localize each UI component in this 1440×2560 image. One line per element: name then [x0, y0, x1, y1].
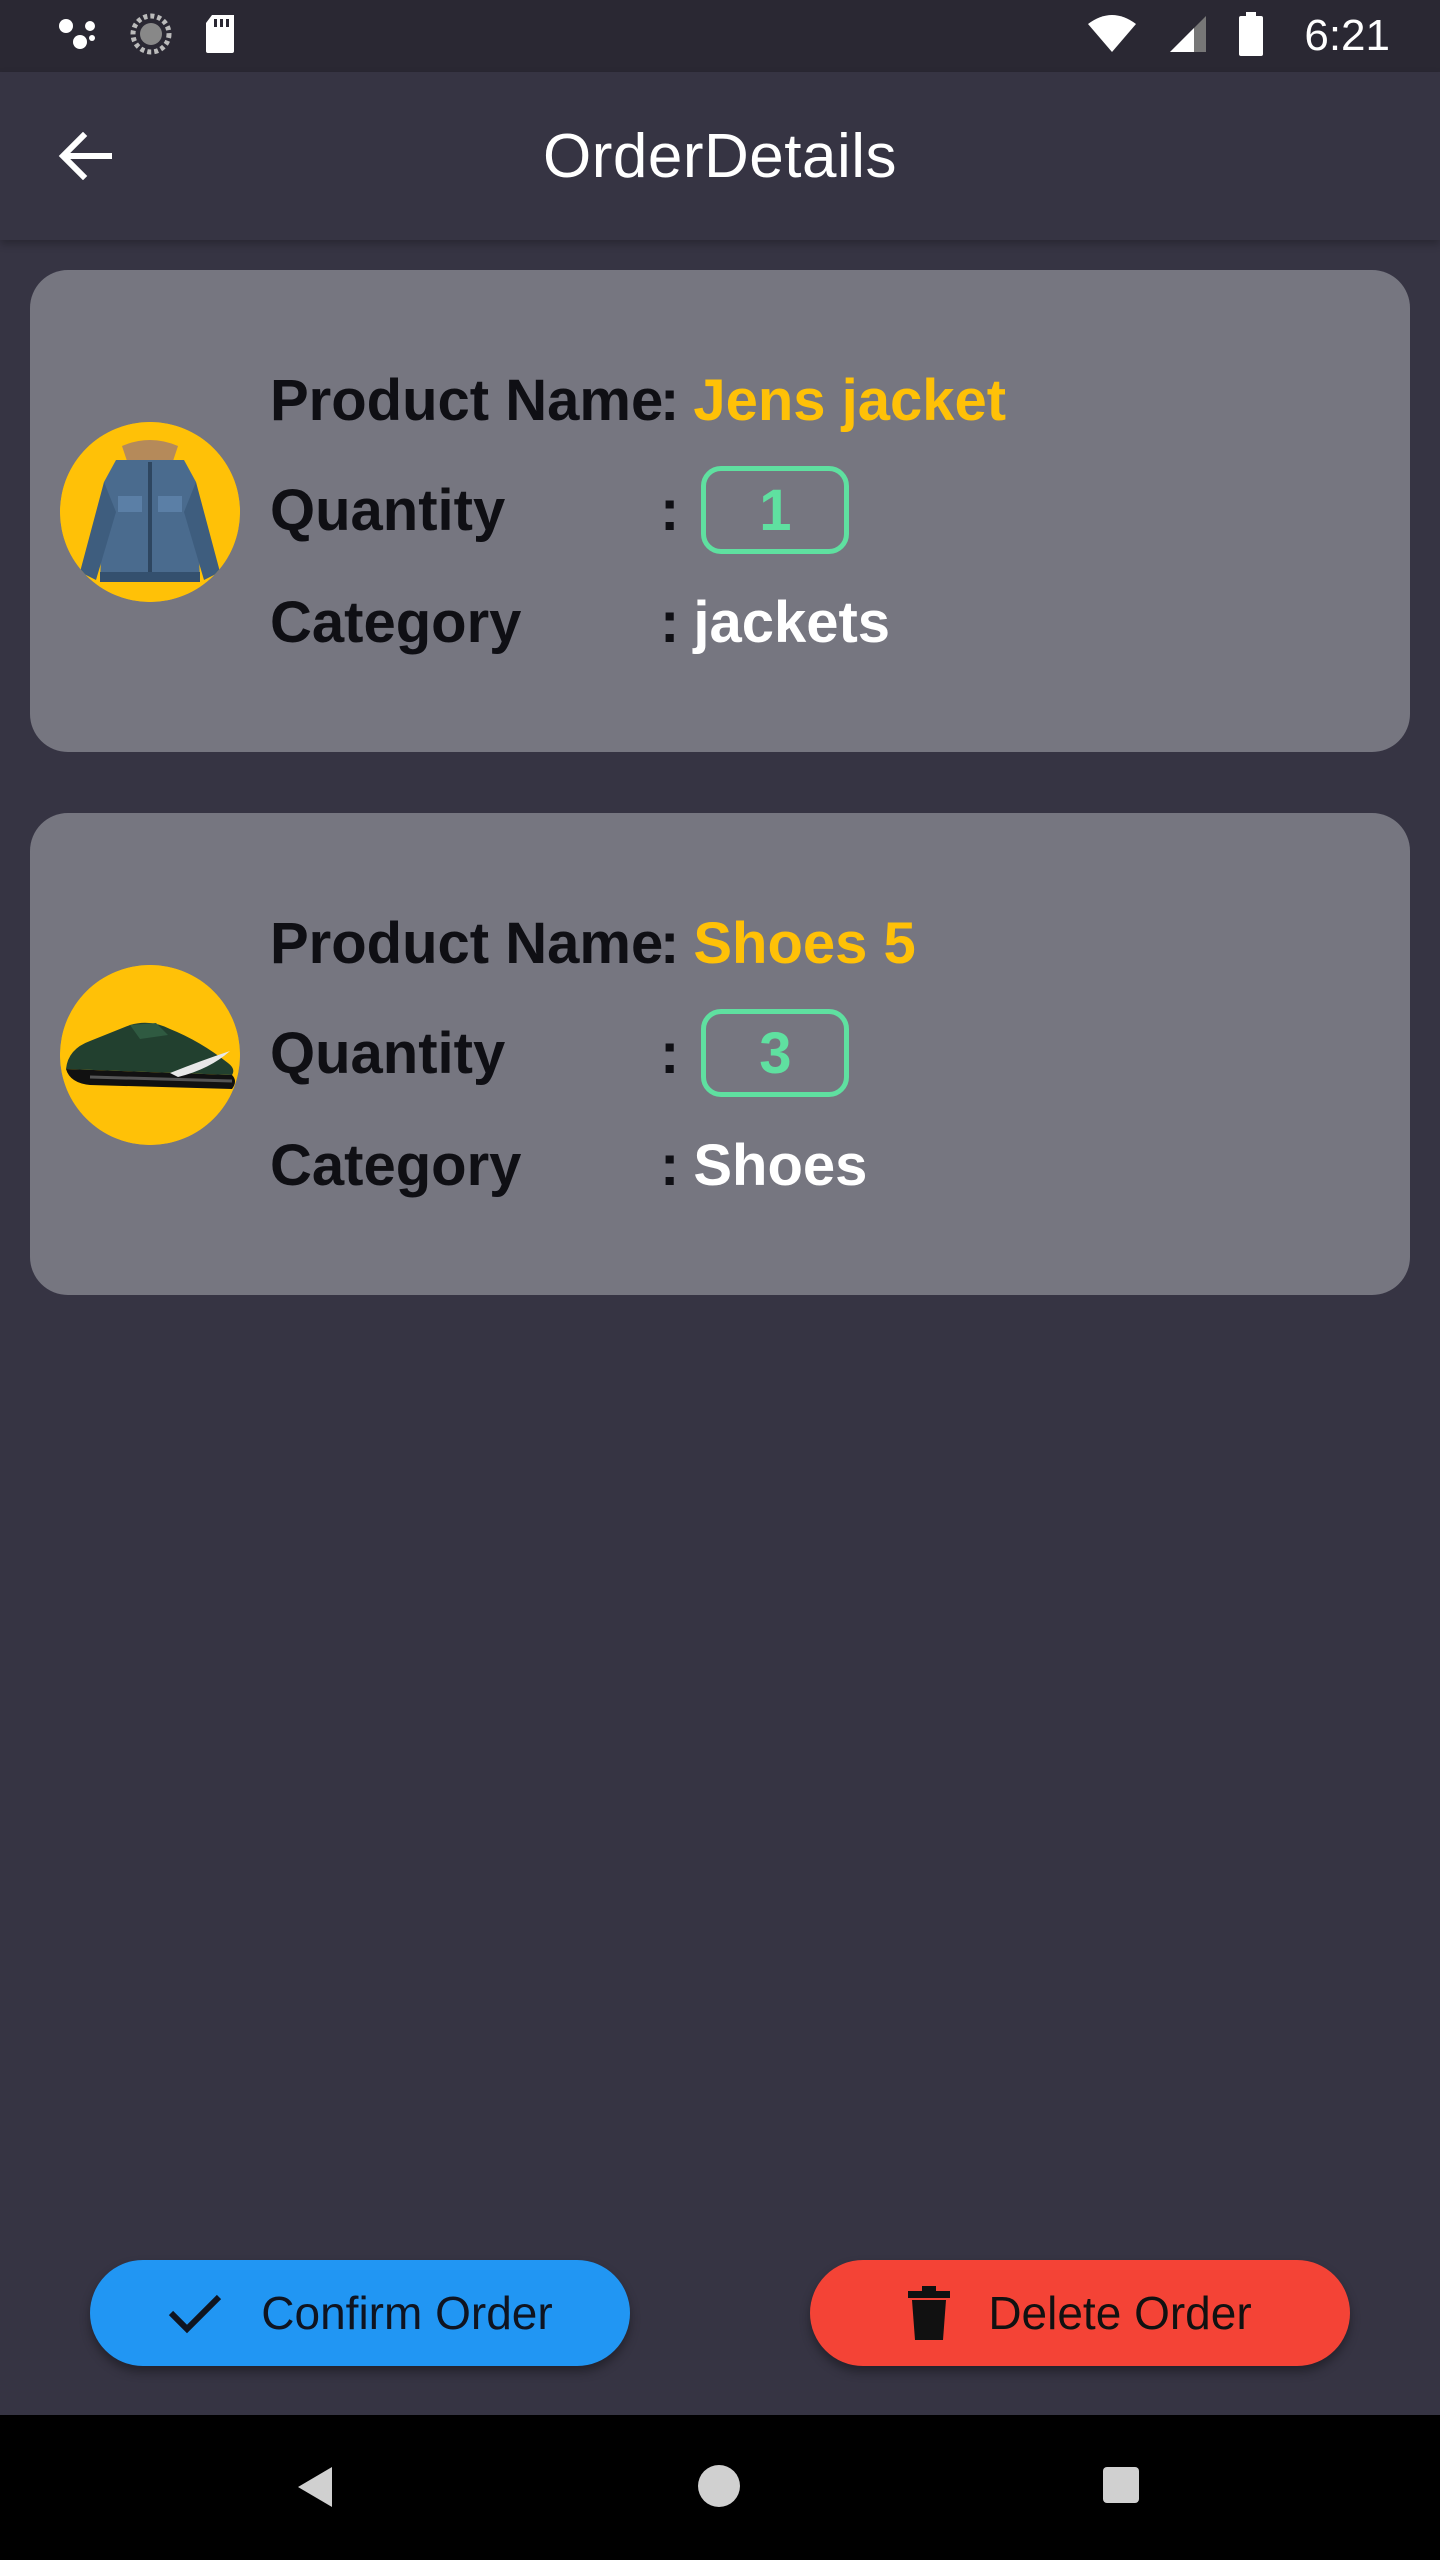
page-title: OrderDetails: [543, 121, 897, 191]
quantity-value: 1: [701, 466, 850, 554]
delete-order-button[interactable]: Delete Order: [810, 2260, 1350, 2366]
confirm-order-button[interactable]: Confirm Order: [90, 2260, 630, 2366]
category-label: Category: [270, 589, 522, 655]
check-icon: [167, 2291, 223, 2335]
product-name-label: Product Name: [270, 910, 664, 976]
wifi-icon: [1086, 14, 1138, 59]
sync-icon: [130, 13, 172, 60]
product-name-row: Product Name : Shoes 5: [270, 903, 916, 983]
colon: :: [660, 1132, 680, 1198]
colon: :: [660, 589, 680, 655]
confirm-order-label: Confirm Order: [261, 2287, 553, 2339]
colon: :: [660, 367, 680, 433]
category-row: Category : jackets: [270, 582, 890, 662]
nav-back-icon[interactable]: [294, 2465, 336, 2514]
cell-signal-icon: [1168, 14, 1208, 59]
product-name-label: Product Name: [270, 367, 664, 433]
status-time: 6:21: [1304, 11, 1390, 60]
quantity-row: Quantity : 3: [270, 1009, 850, 1097]
quantity-label: Quantity: [270, 477, 506, 543]
denim-jacket-image: [60, 422, 240, 602]
product-name-value: Jens jacket: [693, 367, 1007, 433]
status-icons-right: 6:21: [1086, 11, 1390, 61]
nav-recents-icon[interactable]: [1103, 2467, 1139, 2503]
product-name-value: Shoes 5: [693, 910, 916, 976]
status-bar: 6:21: [0, 0, 1440, 72]
colon: :: [660, 477, 680, 543]
status-icons-left: [56, 13, 238, 60]
quantity-row: Quantity : 1: [270, 466, 850, 554]
app-bar: OrderDetails: [0, 72, 1440, 240]
quantity-value: 3: [701, 1009, 850, 1097]
category-row: Category : Shoes: [270, 1125, 867, 1205]
category-label: Category: [270, 1132, 522, 1198]
delete-order-label: Delete Order: [988, 2287, 1252, 2339]
product-image: [60, 965, 240, 1145]
colon: :: [660, 910, 680, 976]
battery-icon: [1238, 11, 1264, 61]
category-value: jackets: [693, 589, 891, 655]
nav-home-icon[interactable]: [698, 2465, 740, 2507]
product-image: [60, 422, 240, 602]
order-item-card: Product Name : Shoes 5 Quantity : 3 Cate…: [30, 813, 1410, 1295]
trash-icon: [908, 2286, 951, 2340]
category-value: Shoes: [693, 1132, 868, 1198]
product-name-row: Product Name : Jens jacket: [270, 360, 1006, 440]
assistant-dots-icon: [56, 14, 100, 59]
sd-card-icon: [202, 13, 238, 60]
system-nav-bar: [0, 2415, 1440, 2560]
colon: :: [660, 1020, 680, 1086]
quantity-label: Quantity: [270, 1020, 506, 1086]
order-item-card: Product Name : Jens jacket Quantity : 1 …: [30, 270, 1410, 752]
sneaker-image: [60, 965, 240, 1145]
